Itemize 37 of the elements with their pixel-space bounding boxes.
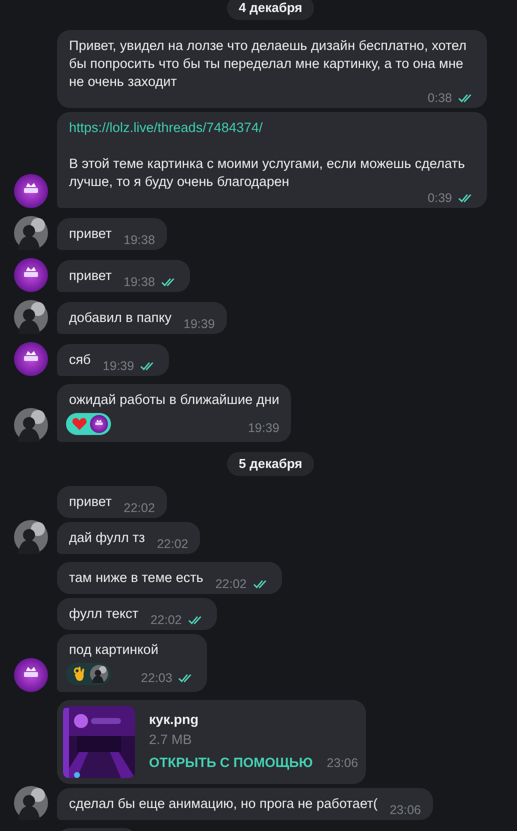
message-text: дай фулл тз: [69, 529, 145, 547]
date-badge: 5 декабря: [226, 452, 314, 476]
message-text: ожидай работы в ближайшие дни: [69, 391, 280, 409]
date-badge: 4 декабря: [226, 0, 314, 20]
reaction-button[interactable]: [66, 413, 111, 435]
message-text: под картинкой: [69, 641, 160, 659]
message-time: 22:02: [215, 577, 247, 591]
message-time: 19:38: [124, 275, 155, 289]
message-time: 22:02: [124, 501, 155, 515]
message-text: привет: [69, 225, 112, 243]
message-text: Привет, увидел на лолзе что делаешь дизайн бесплатно, хотел бы попросить что бы ты переделал мне картинку, а то она мне не очень заходит: [69, 37, 468, 91]
message-text: В этой теме картинка с моими услугами, если можешь сделать лучше, то я буду очень благодарен: [69, 155, 466, 191]
ok-hand-icon: [72, 666, 87, 682]
file-size: 2.7 MB: [149, 731, 193, 749]
open-with-button[interactable]: ОТКРЫТЬ С ПОМОЩЬЮ: [149, 755, 313, 770]
message-time: 22:02: [156, 537, 188, 551]
message-time: 0:39: [428, 191, 452, 205]
message-time: 19:39: [184, 317, 215, 331]
message-time: 19:39: [248, 421, 280, 435]
message-time: 19:39: [102, 359, 134, 373]
heart-icon: [72, 416, 87, 432]
message-time: 22:02: [150, 613, 182, 627]
message-text: сделал бы еще анимацию, но прога не работает(: [69, 795, 378, 813]
message-time: 22:03: [141, 671, 172, 685]
message-text: привет: [69, 267, 112, 285]
message-text: там ниже в теме есть: [69, 569, 204, 587]
message-text: добавил в папку: [69, 309, 172, 327]
file-name: кук.png: [149, 711, 200, 729]
message-time: 23:06: [326, 756, 358, 770]
reaction-button[interactable]: [66, 663, 111, 685]
message-text: сяб: [69, 351, 91, 369]
message-text: фулл текст: [69, 605, 138, 623]
message-text: привет: [69, 493, 112, 511]
message-time: 0:38: [428, 91, 452, 105]
message-time: 23:06: [390, 803, 421, 817]
message-time: 19:38: [124, 233, 155, 247]
link[interactable]: https://lolz.live/threads/7484374/: [69, 119, 475, 137]
